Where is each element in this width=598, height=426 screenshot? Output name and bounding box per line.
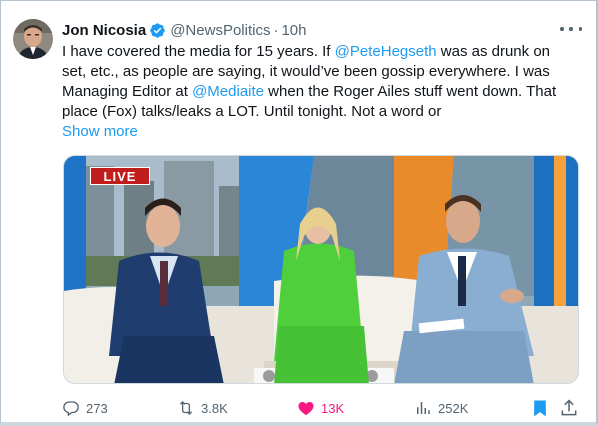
like-icon xyxy=(298,402,314,416)
live-badge: LIVE xyxy=(90,167,150,185)
author-handle[interactable]: @NewsPolitics xyxy=(170,22,270,39)
repost-count: 3.8K xyxy=(201,400,228,416)
tweet-text-line: set, etc., as people are saying, it woul… xyxy=(62,63,550,80)
like-button[interactable]: 13K xyxy=(297,397,344,419)
views-button[interactable]: 252K xyxy=(414,397,468,419)
repost-button[interactable]: 3.8K xyxy=(177,397,228,419)
tweet-card[interactable]: Jon Nicosia @NewsPolitics · 10h I have c… xyxy=(0,0,598,426)
tweet-text: I have covered the media for 15 years. I… xyxy=(62,42,588,122)
avatar[interactable] xyxy=(13,19,53,59)
tweet-header: Jon Nicosia @NewsPolitics · 10h xyxy=(62,20,306,40)
repost-icon xyxy=(179,401,193,415)
tweet-text-line: Managing Editor at @Mediaite when the Ro… xyxy=(62,83,557,100)
verified-badge-icon xyxy=(150,22,165,38)
mention-link[interactable]: @Mediaite xyxy=(192,83,264,100)
share-icon xyxy=(561,399,577,416)
more-icon[interactable] xyxy=(560,21,582,37)
studio-scene xyxy=(64,156,578,383)
reply-icon xyxy=(63,401,79,417)
views-count: 252K xyxy=(438,400,469,416)
share-button[interactable] xyxy=(559,398,579,418)
show-more-link[interactable]: Show more xyxy=(62,122,138,142)
reply-button[interactable]: 273 xyxy=(62,397,108,419)
mention-link[interactable]: @PeteHegseth xyxy=(335,43,437,60)
views-icon xyxy=(417,402,430,414)
separator-dot: · xyxy=(273,21,279,39)
tweet-text-line: place (Fox) talks/leaks a LOT. Until ton… xyxy=(62,103,442,120)
tweet-media-video[interactable]: LIVE xyxy=(63,155,579,384)
tweet-actions-bar: 273 3.8K 13K 252K xyxy=(62,397,582,419)
reply-count: 273 xyxy=(86,400,108,416)
like-count: 13K xyxy=(321,400,345,416)
bookmark-button[interactable] xyxy=(530,398,550,418)
timestamp[interactable]: 10h xyxy=(281,22,306,39)
tweet-text-line: I have covered the media for 15 years. I… xyxy=(62,43,551,60)
author-name[interactable]: Jon Nicosia xyxy=(62,22,146,39)
bookmark-icon xyxy=(534,400,546,417)
